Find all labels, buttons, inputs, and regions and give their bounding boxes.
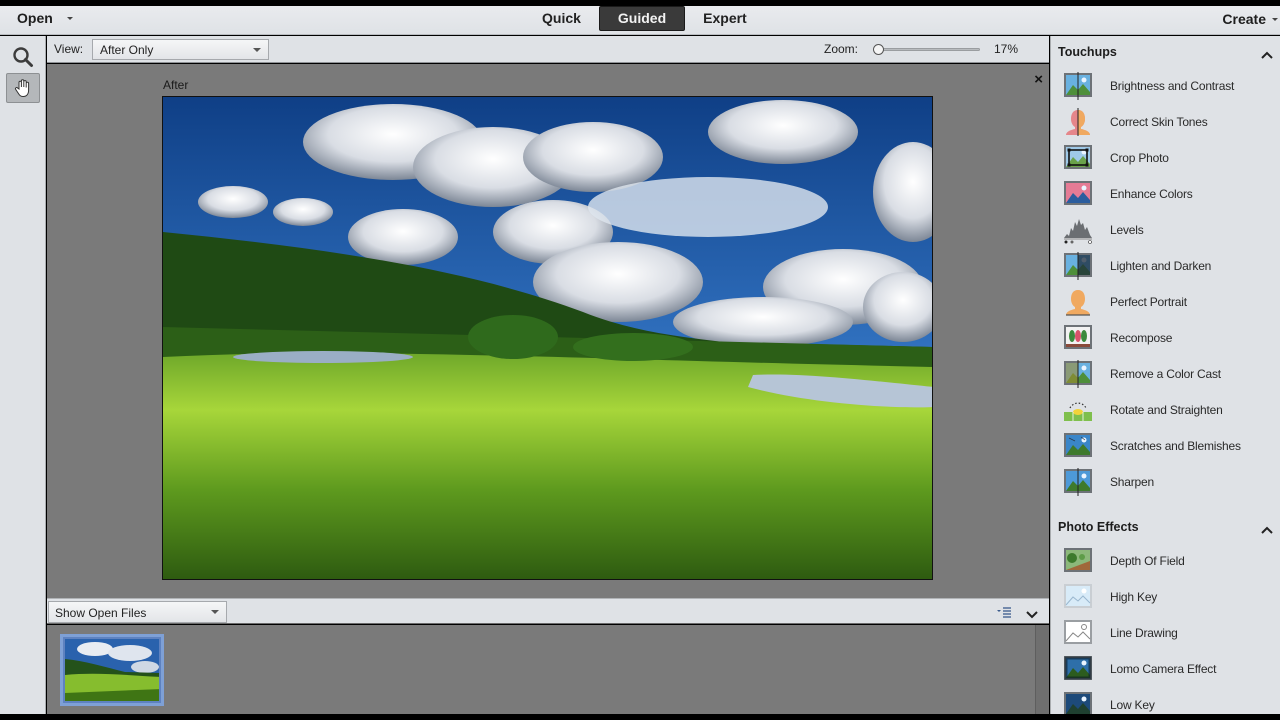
guided-item-label: Low Key (1110, 698, 1155, 712)
tab-expert[interactable]: Expert (685, 6, 765, 30)
scratches-icon (1064, 433, 1092, 457)
guided-item-line-drawing[interactable]: Line Drawing (1051, 615, 1280, 651)
collapse-photo-effects-chevron-icon[interactable] (1261, 521, 1273, 539)
view-select-value: After Only (100, 43, 154, 57)
low-key-icon (1064, 692, 1092, 714)
guided-item-brightness-and-contrast[interactable]: Brightness and Contrast (1051, 68, 1280, 104)
guided-panel: Touchups Brightness and Contrast Correct … (1050, 36, 1280, 714)
sharpen-icon (1064, 468, 1092, 496)
color-cast-icon (1064, 360, 1092, 388)
bin-scrollbar[interactable] (1035, 625, 1049, 714)
high-key-icon (1064, 584, 1092, 608)
guided-item-enhance-colors[interactable]: Enhance Colors (1051, 176, 1280, 212)
crop-photo-icon (1064, 145, 1092, 169)
magnifier-icon (13, 47, 33, 67)
hand-tool-button[interactable] (6, 73, 40, 103)
open-button[interactable]: Open (17, 10, 53, 26)
guided-item-rotate-and-straighten[interactable]: Rotate and Straighten (1051, 392, 1280, 428)
guided-item-perfect-portrait[interactable]: Perfect Portrait (1051, 284, 1280, 320)
guided-item-label: Enhance Colors (1110, 187, 1193, 201)
guided-item-label: Line Drawing (1110, 626, 1178, 640)
section-title-photo-effects: Photo Effects (1058, 520, 1139, 534)
guided-item-label: Correct Skin Tones (1110, 115, 1208, 129)
photo-bin (47, 625, 1049, 714)
landscape-image (163, 97, 932, 579)
show-open-files-select[interactable]: Show Open Files (48, 601, 227, 623)
levels-icon (1064, 219, 1092, 244)
guided-item-scratches-and-blemishes[interactable]: Scratches and Blemishes (1051, 428, 1280, 464)
guided-item-correct-skin-tones[interactable]: Correct Skin Tones (1051, 104, 1280, 140)
photo-thumbnail[interactable] (60, 634, 164, 706)
landscape-photo[interactable] (162, 96, 933, 580)
recompose-icon (1064, 325, 1092, 349)
guided-item-label: Depth Of Field (1110, 554, 1185, 568)
guided-item-low-key[interactable]: Low Key (1051, 687, 1280, 714)
guided-item-label: Scratches and Blemishes (1110, 439, 1241, 453)
view-select[interactable]: After Only (92, 39, 269, 60)
after-label: After (163, 78, 189, 92)
skin-tones-icon (1066, 108, 1090, 136)
perfect-portrait-icon (1066, 290, 1090, 316)
section-title-touchups: Touchups (1058, 45, 1117, 59)
guided-item-high-key[interactable]: High Key (1051, 579, 1280, 615)
guided-item-remove-a-color-cast[interactable]: Remove a Color Cast (1051, 356, 1280, 392)
guided-item-label: Sharpen (1110, 475, 1154, 489)
mode-tabs: Quick Guided Expert (524, 6, 765, 35)
guided-item-label: Levels (1110, 223, 1144, 237)
create-button[interactable]: Create (1222, 11, 1266, 27)
guided-item-label: High Key (1110, 590, 1158, 604)
create-dropdown-caret-icon[interactable] (1272, 18, 1278, 21)
guided-item-label: Lighten and Darken (1110, 259, 1212, 273)
toolbox (0, 36, 46, 714)
guided-item-label: Rotate and Straighten (1110, 403, 1223, 417)
close-icon[interactable]: × (1034, 72, 1043, 87)
open-dropdown-caret-icon[interactable] (67, 17, 73, 20)
zoom-slider-track[interactable] (874, 48, 980, 51)
guided-item-sharpen[interactable]: Sharpen (1051, 464, 1280, 500)
enhance-colors-icon (1064, 181, 1092, 205)
guided-item-recompose[interactable]: Recompose (1051, 320, 1280, 356)
guided-item-lomo-camera-effect[interactable]: Lomo Camera Effect (1051, 651, 1280, 687)
guided-item-lighten-and-darken[interactable]: Lighten and Darken (1051, 248, 1280, 284)
photo-bin-bar: Show Open Files (47, 598, 1049, 624)
guided-item-label: Brightness and Contrast (1110, 79, 1235, 93)
zoom-label: Zoom: (824, 42, 859, 56)
collapse-bin-chevron-icon[interactable] (1026, 606, 1038, 624)
view-bar: View: After Only Zoom: 17% (47, 36, 1049, 63)
depth-of-field-icon (1064, 548, 1092, 572)
lighten-darken-icon (1064, 252, 1092, 280)
view-label: View: (54, 42, 84, 56)
guided-item-levels[interactable]: Levels (1051, 212, 1280, 248)
zoom-slider[interactable] (870, 44, 982, 55)
tab-guided[interactable]: Guided (598, 6, 686, 31)
bottom-border (0, 714, 1280, 720)
brightness-contrast-icon (1064, 72, 1092, 100)
show-open-files-value: Show Open Files (55, 606, 147, 620)
tab-quick[interactable]: Quick (524, 6, 599, 30)
bin-options-menu-icon[interactable] (996, 605, 1012, 623)
hand-icon (15, 79, 30, 98)
guided-item-label: Remove a Color Cast (1110, 367, 1221, 381)
photo-canvas: After × (47, 64, 1049, 598)
guided-item-depth-of-field[interactable]: Depth Of Field (1051, 543, 1280, 579)
zoom-value: 17% (994, 42, 1019, 56)
guided-item-crop-photo[interactable]: Crop Photo (1051, 140, 1280, 176)
chevron-down-icon (253, 48, 261, 52)
chevron-down-icon (211, 610, 219, 614)
rotate-straighten-icon (1064, 402, 1092, 421)
line-drawing-icon (1064, 620, 1092, 644)
guided-item-label: Lomo Camera Effect (1110, 662, 1217, 676)
thumbnail-image (65, 639, 159, 701)
lomo-icon (1064, 656, 1092, 680)
guided-item-label: Recompose (1110, 331, 1173, 345)
guided-item-label: Perfect Portrait (1110, 295, 1187, 309)
collapse-touchups-chevron-icon[interactable] (1261, 46, 1273, 64)
zoom-tool-button[interactable] (6, 42, 40, 72)
zoom-slider-thumb[interactable] (873, 44, 884, 55)
guided-item-label: Crop Photo (1110, 151, 1169, 165)
menu-bar: Open Quick Guided Expert Create (0, 6, 1280, 35)
